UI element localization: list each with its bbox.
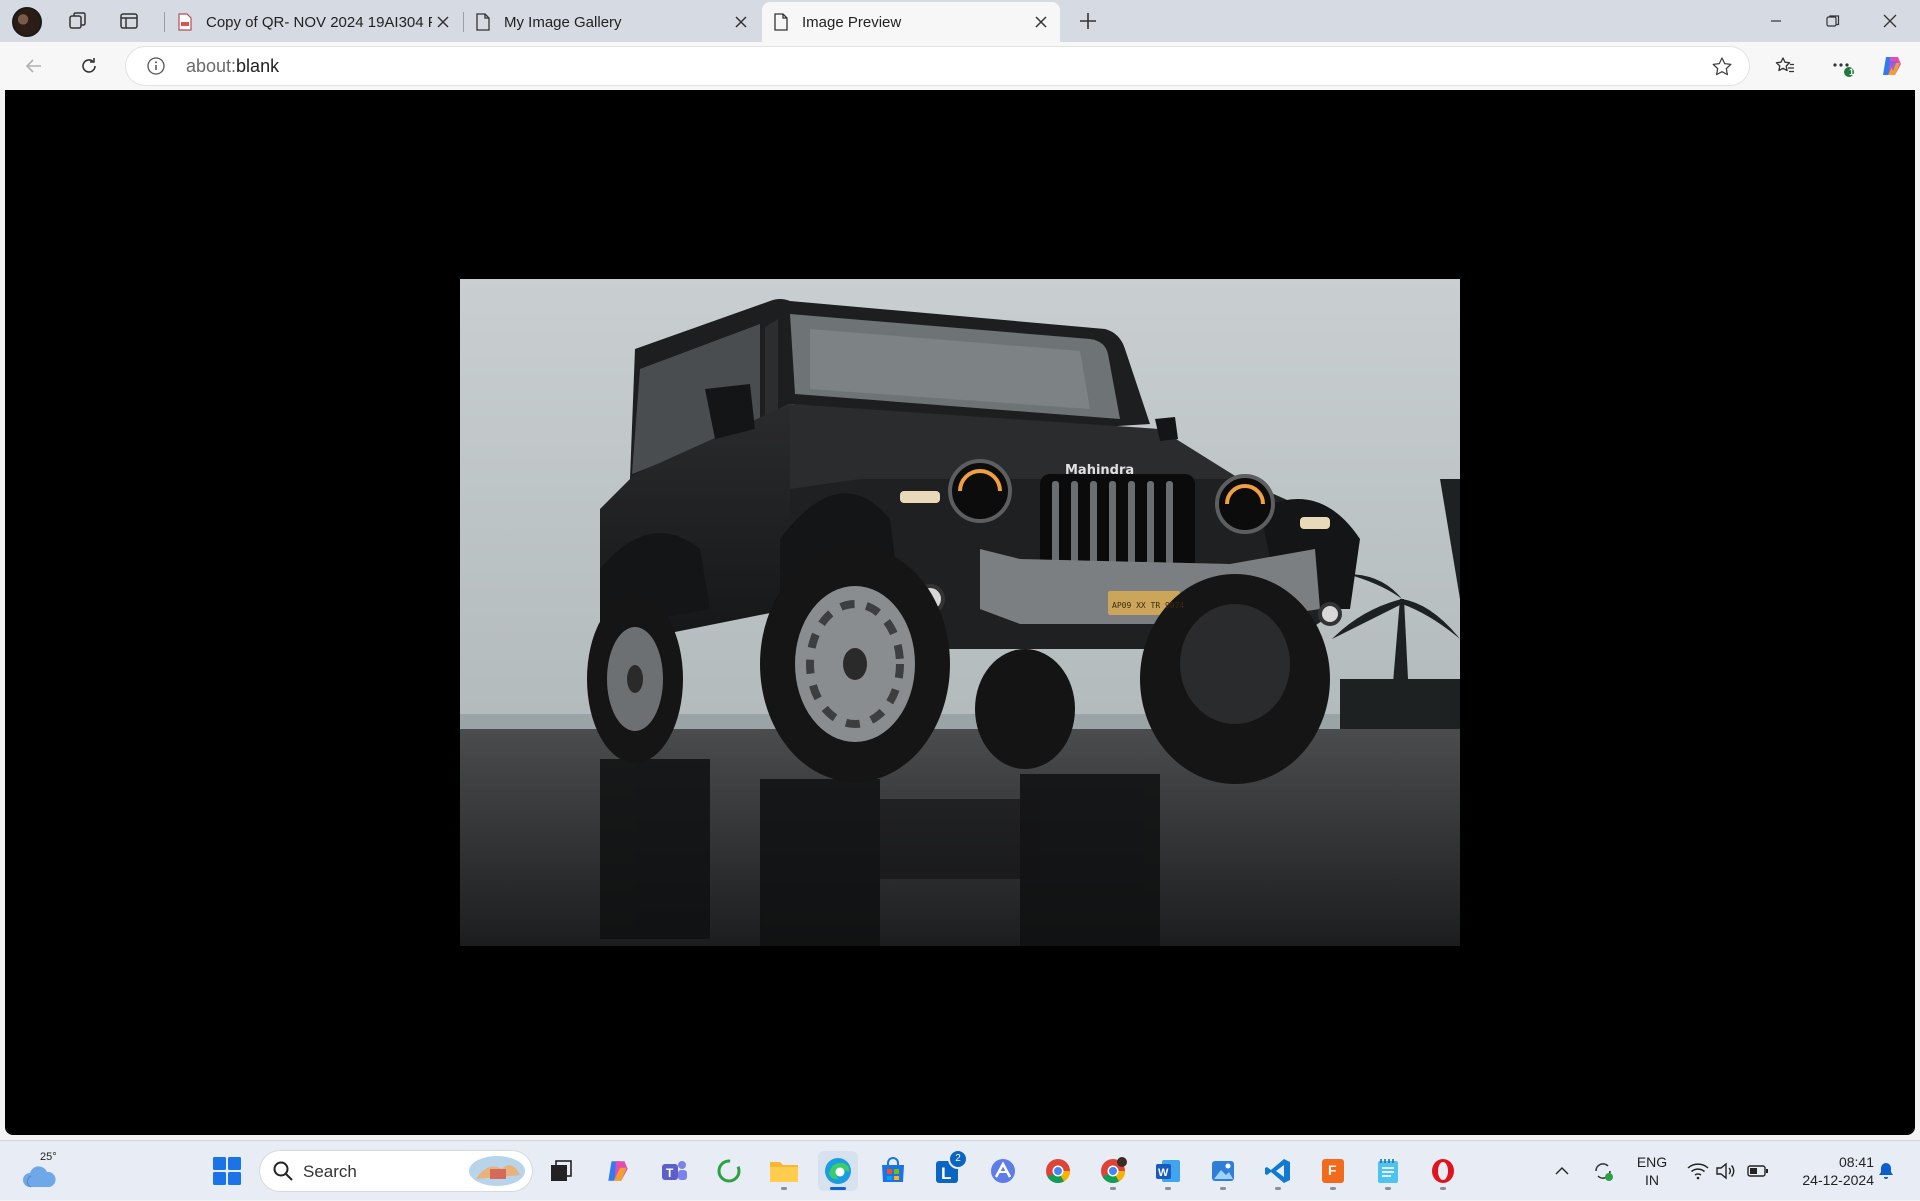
svg-text:T: T	[666, 1166, 674, 1180]
wifi-icon[interactable]	[1686, 1141, 1710, 1201]
search-icon	[273, 1161, 293, 1181]
close-tab-icon[interactable]	[432, 11, 454, 33]
refresh-button[interactable]	[71, 49, 107, 83]
url-text[interactable]: about:blank	[186, 56, 279, 77]
running-indicator	[1440, 1187, 1446, 1190]
chrome-icon[interactable]	[1038, 1151, 1078, 1191]
notifications-bell-icon[interactable]	[1874, 1141, 1898, 1201]
license-plate-text: AP09 XX TR 9074	[1112, 601, 1184, 610]
cloud-icon	[23, 1166, 56, 1188]
tab-pdf-document[interactable]: Copy of QR- NOV 2024 19AI304 F	[166, 2, 462, 42]
vscode-icon[interactable]	[1258, 1151, 1298, 1191]
close-tab-icon[interactable]	[730, 11, 752, 33]
search-highlight-icon	[469, 1156, 525, 1186]
notification-badge: 2	[948, 1149, 968, 1169]
extensions-badge: 1	[1849, 67, 1855, 77]
clock-time: 08:41	[1838, 1154, 1874, 1170]
address-bar[interactable]: about:blank	[126, 47, 1749, 85]
running-indicator	[1110, 1187, 1116, 1190]
back-button[interactable]	[16, 49, 52, 83]
tab-strip: Copy of QR- NOV 2024 19AI304 F My Image …	[0, 0, 1920, 42]
tab-image-preview[interactable]: Image Preview	[762, 2, 1060, 42]
running-indicator	[1165, 1187, 1171, 1190]
notepad-icon[interactable]	[1368, 1151, 1408, 1191]
copilot-taskbar-icon[interactable]	[598, 1151, 638, 1191]
store-icon[interactable]	[873, 1151, 913, 1191]
minimize-button[interactable]	[1748, 0, 1804, 42]
clock[interactable]: 08:41 24-12-2024	[1782, 1153, 1874, 1189]
running-indicator	[1275, 1187, 1281, 1190]
word-icon[interactable]: W	[1148, 1151, 1188, 1191]
tab-separator	[164, 12, 165, 32]
svg-text:L: L	[941, 1164, 951, 1183]
tab-title: My Image Gallery	[504, 13, 622, 31]
running-indicator	[1330, 1187, 1336, 1190]
grille-logo-text: Mahindra	[1065, 463, 1134, 478]
sync-icon[interactable]	[1588, 1141, 1618, 1201]
region-code: IN	[1645, 1172, 1659, 1188]
fusion-app-icon[interactable]: F	[1313, 1151, 1353, 1191]
svg-text:W: W	[1158, 1167, 1169, 1179]
new-tab-button[interactable]	[1072, 6, 1104, 36]
pdf-icon	[176, 13, 194, 31]
start-button[interactable]	[207, 1151, 247, 1191]
svg-text:F: F	[1328, 1162, 1337, 1178]
running-indicator	[781, 1187, 787, 1190]
favorite-star-icon[interactable]	[1711, 56, 1733, 83]
taskbar-search[interactable]: Search	[260, 1151, 532, 1191]
file-explorer-icon[interactable]	[764, 1151, 804, 1191]
active-indicator	[830, 1187, 846, 1190]
running-indicator	[1220, 1187, 1226, 1190]
tab-title: Copy of QR- NOV 2024 19AI304 F	[206, 13, 432, 31]
tab-actions-icon[interactable]	[113, 6, 145, 36]
workspaces-icon[interactable]	[62, 6, 94, 36]
photos-icon[interactable]	[1203, 1151, 1243, 1191]
chrome-profile-icon[interactable]	[1093, 1151, 1133, 1191]
site-info-icon[interactable]	[146, 56, 166, 81]
weather-temp: 25°	[40, 1151, 57, 1163]
opera-icon[interactable]	[1423, 1151, 1463, 1191]
linkedin-learning-icon[interactable]: L 2	[928, 1149, 968, 1191]
restore-button[interactable]	[1805, 0, 1861, 42]
clock-date: 24-12-2024	[1802, 1172, 1874, 1188]
browser-toolbar: about:blank 1	[0, 42, 1920, 90]
battery-icon[interactable]	[1745, 1141, 1771, 1201]
page-icon	[474, 13, 492, 31]
tab-my-image-gallery[interactable]: My Image Gallery	[464, 2, 760, 42]
copilot-icon[interactable]	[1874, 49, 1910, 83]
volume-icon[interactable]	[1714, 1141, 1738, 1201]
refresh-app-icon[interactable]	[709, 1151, 749, 1191]
favorites-icon[interactable]	[1767, 49, 1803, 83]
page-viewport: Mahindra AP09 XX TR 9074	[5, 90, 1915, 1135]
taskbar: 25° Search T L 2 W F ENG IN 08:41 24-12-…	[0, 1140, 1920, 1200]
task-view-icon[interactable]	[541, 1151, 581, 1191]
language-code: ENG	[1636, 1154, 1668, 1170]
tab-title: Image Preview	[802, 13, 902, 31]
url-scheme: about:	[186, 56, 237, 76]
teams-icon[interactable]: T	[654, 1151, 694, 1191]
weather-widget[interactable]: 25°	[22, 1151, 62, 1191]
input-language[interactable]: ENG IN	[1632, 1153, 1672, 1189]
url-path: blank	[236, 56, 280, 76]
running-indicator	[1385, 1187, 1391, 1190]
edge-icon[interactable]	[818, 1151, 858, 1191]
settings-more-button[interactable]: 1	[1824, 49, 1860, 83]
close-tab-icon[interactable]	[1030, 11, 1052, 33]
profile-avatar[interactable]	[12, 7, 42, 37]
close-window-button[interactable]	[1862, 0, 1918, 42]
preview-image[interactable]: Mahindra AP09 XX TR 9074	[460, 279, 1460, 946]
affinity-icon[interactable]	[983, 1151, 1023, 1191]
show-hidden-icons-button[interactable]	[1550, 1141, 1574, 1201]
search-placeholder: Search	[303, 1162, 357, 1181]
page-icon	[772, 13, 790, 31]
